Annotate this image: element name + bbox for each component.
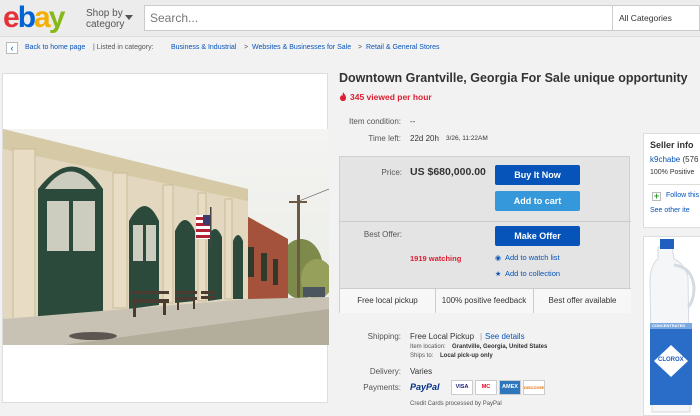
item-image-panel <box>2 73 329 403</box>
feature-positive-feedback: 100% positive feedback <box>441 296 527 305</box>
buy-it-now-button[interactable]: Buy It Now <box>495 165 580 185</box>
ships-to-label: Ships to: <box>410 353 434 359</box>
price-label: Price: <box>381 168 402 177</box>
seller-info-box: Seller info k9chabe (576 100% Positive +… <box>643 133 700 228</box>
listed-in-label: | Listed in category: <box>93 44 154 51</box>
shipping-separator: | <box>480 332 483 341</box>
shipping-label: Shipping: <box>367 332 401 341</box>
category-select[interactable]: All Categories <box>613 5 700 31</box>
logo-letter-y: y <box>48 1 66 34</box>
see-other-items-link[interactable]: See other ite <box>650 207 690 214</box>
breadcrumb-item[interactable]: Business & Industrial <box>171 37 236 59</box>
shipping-value: Free Local Pickup <box>410 332 475 341</box>
chevron-down-icon[interactable] <box>125 15 133 20</box>
credit-note: Credit Cards processed by PayPal <box>410 401 502 407</box>
item-location-label: Item location: <box>410 344 446 350</box>
time-left-label: Time left: <box>368 134 401 143</box>
add-to-collection-label: Add to collection <box>505 269 561 278</box>
site-header: ebay Shop by category Search... All Cate… <box>0 0 700 37</box>
mastercard-icon: MC <box>475 380 497 395</box>
item-condition-value: -- <box>410 117 416 126</box>
breadcrumb-item[interactable]: Retail & General Stores <box>366 37 440 59</box>
paypal-logo: PayPal <box>410 382 440 392</box>
logo-letter-b: b <box>17 1 36 34</box>
seller-info-title: Seller info <box>650 140 694 150</box>
see-details-link[interactable]: See details <box>485 332 525 341</box>
time-left-date: 3/26, 11:22AM <box>446 135 488 142</box>
add-to-watch-list-link[interactable]: ◉ Add to watch list <box>495 253 560 262</box>
price-value: US $680,000.00 <box>410 166 486 178</box>
best-offer-label: Best Offer: <box>363 230 402 239</box>
delivery-label: Delivery: <box>369 367 401 376</box>
item-photo[interactable] <box>3 129 329 345</box>
star-icon: ★ <box>495 271 502 278</box>
search-input[interactable]: Search... <box>144 5 613 31</box>
eye-icon: ◉ <box>495 255 502 262</box>
visa-icon: VISA <box>451 380 473 395</box>
add-to-cart-button[interactable]: Add to cart <box>495 191 580 211</box>
feature-divider <box>435 288 436 313</box>
listing-title: Downtown Grantville, Georgia For Sale un… <box>339 71 688 85</box>
item-location-value: Grantville, Georgia, United States <box>452 344 548 350</box>
fire-icon <box>340 92 346 101</box>
delivery-value: Varies <box>410 367 433 376</box>
plus-icon[interactable]: + <box>652 192 661 201</box>
ebay-logo[interactable]: ebay <box>3 1 66 34</box>
logo-letter-e: e <box>3 1 20 34</box>
viewed-per-hour: 345 viewed per hour <box>339 92 432 102</box>
viewed-text: 345 viewed per hour <box>350 92 432 102</box>
seller-divider <box>648 184 700 185</box>
back-arrow-icon[interactable]: ‹ <box>6 42 18 54</box>
breadcrumb-item[interactable]: Websites & Businesses for Sale <box>252 37 351 59</box>
seller-name: k9chabe <box>650 155 681 164</box>
payment-cards: VISA MC AMEX DISCOVER <box>451 380 545 396</box>
seller-positive: 100% Positive <box>650 169 695 176</box>
price-box: Price: US $680,000.00 Buy It Now Add to … <box>339 156 631 313</box>
breadcrumb-separator: > <box>244 44 249 51</box>
add-to-collection-link[interactable]: ★ Add to collection <box>495 269 560 278</box>
shop-by-category-button[interactable]: Shop by category <box>86 8 128 30</box>
make-offer-button[interactable]: Make Offer <box>495 226 580 246</box>
ad-concentrated: CONCENTRATED <box>652 323 686 328</box>
feature-best-offer: Best offer available <box>548 296 617 305</box>
price-divider <box>340 221 631 222</box>
item-condition-label: Item condition: <box>348 117 401 126</box>
discover-icon: DISCOVER <box>523 380 545 395</box>
seller-name-link[interactable]: k9chabe (576 <box>650 155 699 164</box>
feature-free-pickup: Free local pickup <box>357 296 418 305</box>
storefront-photo <box>3 129 329 345</box>
sidebar-ad[interactable]: CONCENTRATED CLOROX <box>643 236 700 416</box>
payments-label: Payments: <box>363 383 401 392</box>
seller-score: (576 <box>682 155 699 164</box>
breadcrumb-separator: > <box>358 44 363 51</box>
amex-icon: AMEX <box>499 380 521 395</box>
ships-to-value: Local pick-up only <box>440 353 493 359</box>
watching-count: 1919 watching <box>410 254 462 263</box>
paypal-text: PayPal <box>410 382 440 392</box>
logo-letter-a: a <box>34 1 51 34</box>
back-to-home-link[interactable]: Back to home page <box>25 37 85 59</box>
breadcrumb: ‹ Back to home page | Listed in category… <box>0 37 700 59</box>
ad-brand: CLOROX <box>658 357 684 363</box>
time-left-value: 22d 20h <box>410 134 439 143</box>
add-to-watch-list-label: Add to watch list <box>505 253 560 262</box>
follow-seller-link[interactable]: Follow this <box>666 192 699 199</box>
